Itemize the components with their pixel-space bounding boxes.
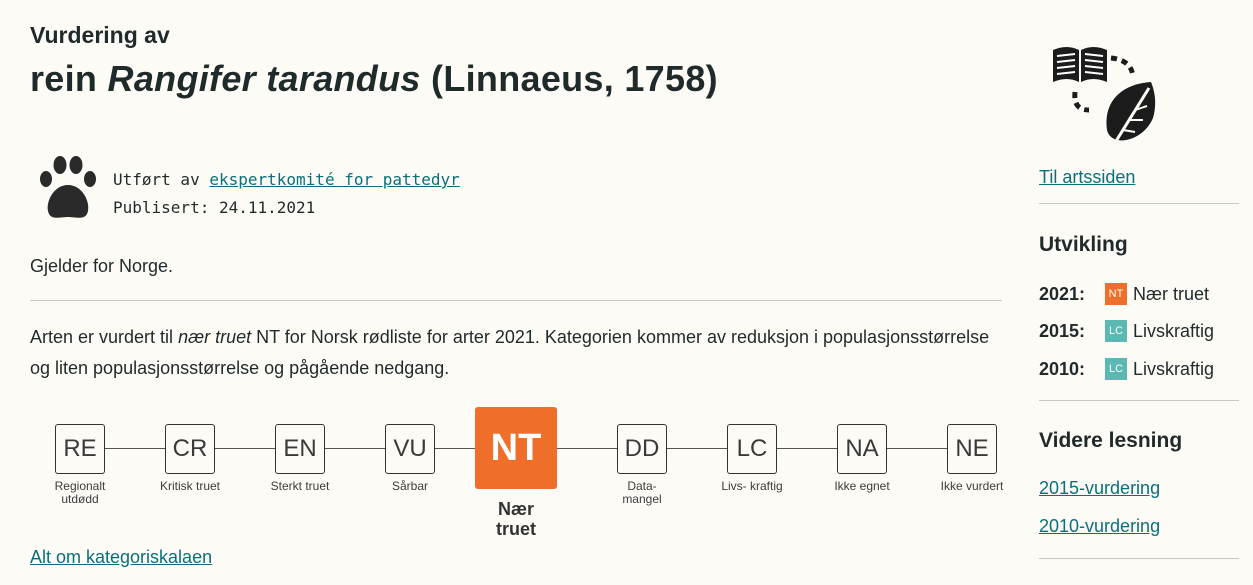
category-badge: LC — [1105, 358, 1127, 380]
divider — [1039, 558, 1239, 559]
category-code: RE — [55, 424, 105, 474]
category-scale-link[interactable]: Alt om kategoriskalaen — [30, 547, 212, 568]
divider — [1039, 400, 1239, 401]
category-ne: NE Ikke vurdert — [922, 400, 1022, 493]
category-code: NT — [475, 407, 557, 489]
category-code: CR — [165, 424, 215, 474]
done-by-label: Utført av — [113, 170, 200, 189]
published-row: Publisert: 24.11.2021 — [113, 194, 460, 222]
assessment-2015-link[interactable]: 2015-vurdering — [1039, 478, 1160, 499]
development-heading: Utvikling — [1039, 233, 1128, 256]
category-label: Livs- kraftig — [721, 479, 783, 493]
summary-text: Arten er vurdert til nær truet NT for No… — [30, 322, 1002, 384]
category-label: Nær truet — [496, 499, 536, 539]
history-year: 2010: — [1039, 358, 1086, 379]
category-badge: LC — [1105, 320, 1127, 342]
divider — [30, 300, 1002, 301]
paw-icon — [40, 156, 96, 218]
category-dd: DD Data- mangel — [592, 400, 692, 506]
assessment-2010-link[interactable]: 2010-vurdering — [1039, 516, 1160, 537]
category-label: Sterkt truet — [270, 479, 330, 493]
scientific-name: Rangifer tarandus — [107, 58, 421, 99]
author-citation: (Linnaeus, 1758) — [431, 58, 718, 99]
committee-link[interactable]: ekspertkomité for pattedyr — [209, 170, 459, 189]
category-label: Data- mangel — [622, 479, 662, 506]
category-na: NA Ikke egnet — [812, 400, 912, 493]
category-code: NA — [837, 424, 887, 474]
category-label: Ikke egnet — [834, 479, 890, 493]
common-name: rein — [30, 58, 98, 99]
category-vu: VU Sårbar — [360, 400, 460, 493]
category-badge: NT — [1105, 283, 1127, 305]
history-year: 2015: — [1039, 320, 1086, 341]
page-title: rein Rangifer tarandus (Linnaeus, 1758) — [30, 58, 718, 100]
published-label: Publisert: — [113, 198, 210, 217]
category-code: LC — [727, 424, 777, 474]
divider — [1039, 203, 1239, 204]
category-code: EN — [275, 424, 325, 474]
history-label: Nær truet — [1133, 283, 1210, 304]
history-year: 2021: — [1039, 283, 1086, 304]
category-code: DD — [617, 424, 667, 474]
history-label: Livskraftig — [1133, 358, 1215, 379]
published-date: 24.11.2021 — [218, 198, 316, 217]
category-label: Regionalt utdødd — [54, 479, 106, 506]
category-nt: NT Nær truet — [466, 400, 566, 539]
history-row-2015: 2015: LC Livskraftig — [1039, 320, 1214, 342]
assessment-meta: Utført av ekspertkomité for pattedyr Pub… — [113, 166, 460, 222]
history-row-2010: 2010: LC Livskraftig — [1039, 358, 1214, 380]
category-code: VU — [385, 424, 435, 474]
category-label: Kritisk truet — [159, 479, 220, 493]
book-leaf-icon — [1053, 47, 1156, 147]
species-page-link[interactable]: Til artssiden — [1039, 167, 1135, 188]
pre-title: Vurdering av — [30, 22, 170, 48]
summary-part1: Arten er vurdert til — [30, 327, 174, 347]
category-re: RE Regionalt utdødd — [30, 400, 130, 506]
done-by-row: Utført av ekspertkomité for pattedyr — [113, 166, 460, 194]
region-text: Gjelder for Norge. — [30, 256, 174, 276]
category-label: Ikke vurdert — [940, 479, 1004, 493]
summary-category: nær truet — [178, 327, 252, 347]
category-lc: LC Livs- kraftig — [702, 400, 802, 493]
category-code: NE — [947, 424, 997, 474]
history-row-2021: 2021: NT Nær truet — [1039, 283, 1209, 305]
category-en: EN Sterkt truet — [250, 400, 350, 493]
category-scale: RE Regionalt utdødd CR Kritisk truet EN Sterk… — [30, 400, 1003, 540]
further-reading-heading: Videre lesning — [1039, 429, 1183, 452]
history-label: Livskraftig — [1133, 320, 1215, 341]
category-cr: CR Kritisk truet — [140, 400, 240, 493]
summary-part2: NT for Norsk rødliste for arter 2021. Ka… — [30, 327, 990, 378]
category-label: Sårbar — [391, 479, 429, 493]
